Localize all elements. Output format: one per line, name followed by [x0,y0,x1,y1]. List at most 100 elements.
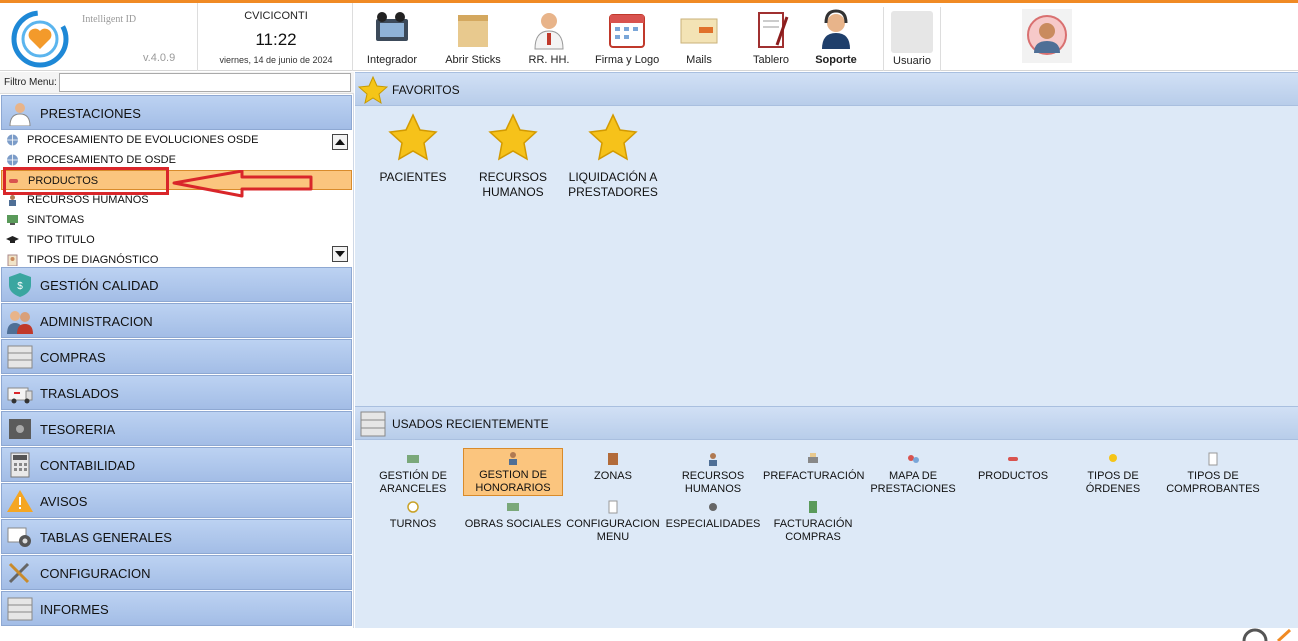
film-icon [376,12,408,41]
section-traslados[interactable]: TRASLADOS [1,375,352,410]
recent-label: TIPOS DE COMPROBANTES [1166,470,1260,495]
section-label: PRESTACIONES [40,106,141,121]
favorite-label: PACIENTES [379,170,447,184]
support-icon [822,9,850,49]
sticky-note-icon [458,15,488,47]
favorite-pacientes[interactable]: PACIENTES [363,112,463,185]
section-informes[interactable]: INFORMES [1,591,352,626]
list-scroll-up-button[interactable] [332,134,348,150]
recent-label: MAPA DE PRESTACIONES [870,470,956,495]
main-panel: FAVORITOS PACIENTES RECURSOS HUMANOS LIQ… [355,72,1298,641]
avatar-icon [1027,15,1067,55]
firma-logo-button[interactable]: Firma y Logo [595,7,659,69]
header-toolbar: Intelligent ID v.4.0.9 CVICICONTI 11:22 … [0,3,1298,71]
section-contabilidad[interactable]: CONTABILIDAD [1,447,352,482]
section-prestaciones[interactable]: PRESTACIONES [1,95,352,130]
favorite-recursos-humanos[interactable]: RECURSOS HUMANOS [463,112,563,200]
recent-label: TURNOS [389,518,437,530]
favorite-liquidacion-prestadores[interactable]: LIQUIDACIÓN A PRESTADORES [563,112,663,200]
recent-gestion-honorarios[interactable]: GESTION DE HONORARIOS [463,448,563,496]
annotation-arrow-icon [172,170,313,198]
list-scroll-down-button[interactable] [332,246,348,262]
sidebar: Filtro Menu: PRESTACIONES PROCESAMIENTO … [0,72,354,641]
recent-configuracion-menu[interactable]: CONFIGURACION MENU [563,498,663,546]
chevron-up-icon [335,139,345,145]
invoice-icon [809,501,817,513]
graduation-cap-icon [6,236,19,243]
corner-logo-icon [1242,628,1292,641]
section-avisos[interactable]: AVISOS [1,483,352,518]
mails-label: Mails [686,54,712,66]
money-icon [407,455,419,463]
favorite-label: LIQUIDACIÓN A PRESTADORES [568,170,658,199]
list-item-tipos-diagnostico[interactable]: TIPOS DE DIAGNÓSTICO [1,250,352,268]
favorite-label: RECURSOS HUMANOS [478,170,547,199]
favorites-header: FAVORITOS [355,72,1298,106]
recent-tipos-comprobantes[interactable]: TIPOS DE COMPROBANTES [1163,450,1263,498]
mails-button[interactable]: Mails [667,7,731,69]
profile-avatar[interactable] [1022,9,1072,63]
ambulance-icon [7,387,33,404]
list-item-tipo-titulo[interactable]: TIPO TITULO [1,230,352,250]
person-icon [709,453,717,466]
prestaciones-list: PROCESAMIENTO DE EVOLUCIONES OSDE PROCES… [1,130,352,268]
section-label: ADMINISTRACION [40,314,153,329]
recent-productos[interactable]: PRODUCTOS [963,450,1063,498]
section-tablas-generales[interactable]: TABLAS GENERALES [1,519,352,554]
section-label: COMPRAS [40,350,106,365]
rrhh-label: RR. HH. [528,54,570,66]
section-gestion-calidad[interactable]: $ GESTIÓN CALIDAD [1,267,352,302]
list-item-label: SINTOMAS [27,214,85,226]
app-version: v.4.0.9 [143,52,176,64]
integrador-button[interactable]: Integrador [360,7,424,69]
tablero-label: Tablero [752,54,790,66]
recent-tipos-ordenes[interactable]: TIPOS DE ÓRDENES [1063,450,1163,498]
globe-icon [7,154,18,166]
section-label: INFORMES [40,602,109,617]
star-icon [388,113,438,161]
pill-icon [1008,457,1018,461]
logo-area: Intelligent ID v.4.0.9 [0,3,198,71]
soporte-button[interactable]: Soporte [804,7,868,69]
usuario-button[interactable]: Usuario [883,7,941,71]
recent-label: CONFIGURACION MENU [566,518,660,543]
person-icon [509,452,517,465]
section-tesoreria[interactable]: TESORERIA [1,411,352,446]
calculator-icon [10,452,30,478]
section-administracion[interactable]: ADMINISTRACION [1,303,352,338]
recent-recursos-humanos[interactable]: RECURSOS HUMANOS [663,450,763,498]
recent-obras-sociales[interactable]: OBRAS SOCIALES [463,498,563,546]
recent-turnos[interactable]: TURNOS [363,498,463,546]
tablero-button[interactable]: Tablero [739,7,803,69]
recent-zonas[interactable]: ZONAS [563,450,663,498]
recent-label: GESTIÓN DE ARANCELES [379,470,447,495]
app-logo-icon [11,10,69,68]
star-icon [488,113,538,161]
favorites-title: FAVORITOS [392,83,460,97]
user-settings-icon [891,11,933,53]
highlight-box [3,167,169,195]
recent-especialidades[interactable]: ESPECIALIDADES [663,498,763,546]
filter-menu-input[interactable] [59,73,351,92]
list-item-label: PROCESAMIENTO DE OSDE [27,154,176,166]
recent-prefacturacion[interactable]: PREFACTURACIÓN [763,450,864,498]
calendar-icon [609,14,645,48]
recent-facturacion-compras[interactable]: FACTURACIÓN COMPRAS [763,498,863,546]
board-icon [758,12,789,48]
list-item-procesamiento-evoluciones-osde[interactable]: PROCESAMIENTO DE EVOLUCIONES OSDE [1,130,352,150]
recent-gestion-aranceles[interactable]: GESTIÓN DE ARANCELES [363,450,463,498]
recent-mapa-prestaciones[interactable]: MAPA DE PRESTACIONES [863,450,963,498]
list-item-sintomas[interactable]: SINTOMAS [1,210,352,230]
recent-label: PRODUCTOS [977,470,1049,482]
section-configuracion[interactable]: CONFIGURACION [1,555,352,590]
filter-label: Filtro Menu: [4,77,57,88]
soporte-label: Soporte [815,54,857,66]
star-icon [358,75,388,105]
section-compras[interactable]: COMPRAS [1,339,352,374]
section-label: TABLAS GENERALES [40,530,172,545]
money-icon [507,503,519,511]
abrir-sticks-button[interactable]: Abrir Sticks [441,7,505,69]
abrir-sticks-label: Abrir Sticks [445,54,501,66]
rrhh-button[interactable]: RR. HH. [517,7,581,69]
stethoscope-icon [709,503,717,511]
